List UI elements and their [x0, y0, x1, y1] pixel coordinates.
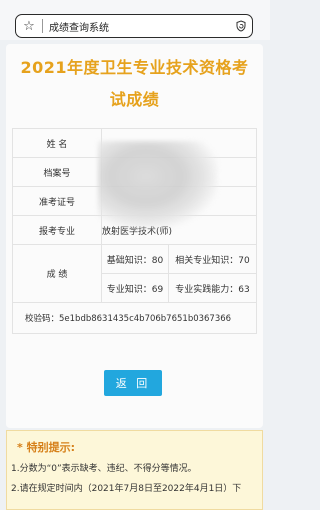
table-row: 成 绩 基础知识：80 相关专业知识：70 — [12, 244, 257, 303]
notice-line: 2.请在规定时间内（2021年7月8日至2022年4月1日）下 — [11, 484, 242, 494]
score-item-label: 相关专业知识： — [175, 255, 239, 266]
browser-bar: ☆ 成绩查询系统 — [0, 0, 270, 40]
table-row: 校验码：5e1bdb8631435c4b706b7651b0367366 — [12, 302, 257, 334]
score-label: 成 绩 — [12, 244, 102, 303]
score-item-value: 70 — [238, 255, 250, 266]
reload-icon[interactable] — [230, 20, 252, 32]
address-bar[interactable]: ☆ 成绩查询系统 — [15, 14, 253, 38]
score-item-value: 69 — [151, 284, 164, 295]
score-item-label: 专业实践能力： — [175, 284, 239, 295]
notice-title: * 特别提示: — [17, 441, 75, 454]
score-cell: 专业知识：69 — [101, 273, 169, 303]
redacted-blur — [98, 141, 218, 229]
score-item-value: 80 — [151, 255, 164, 266]
divider — [42, 19, 43, 33]
star-icon[interactable]: ☆ — [16, 19, 42, 34]
check-code: 校验码：5e1bdb8631435c4b706b7651b0367366 — [12, 302, 257, 334]
ticket-label: 准考证号 — [12, 186, 102, 216]
score-item-value: 63 — [238, 284, 250, 295]
result-card: 2021年度卫生专业技术资格考 试成绩 姓 名 档案号 准考证号 报考专业 放射… — [6, 44, 263, 428]
score-cell: 相关专业知识：70 — [168, 244, 257, 274]
page-heading: 2021年度卫生专业技术资格考 试成绩 — [6, 52, 263, 116]
score-item-label: 专业知识： — [106, 284, 152, 295]
score-cell: 基础知识：80 — [101, 244, 169, 274]
file-label: 档案号 — [12, 157, 102, 187]
score-cell: 专业实践能力：63 — [168, 273, 257, 303]
score-item-label: 基础知识： — [106, 255, 152, 266]
heading-line-2: 试成绩 — [109, 90, 160, 109]
heading-line-1: 2021年度卫生专业技术资格考 — [20, 58, 249, 77]
page-title-text: 成绩查询系统 — [49, 22, 109, 34]
notice-line: 1.分数为“0”表示缺考、违纪、不得分等情况。 — [11, 464, 197, 474]
major-label: 报考专业 — [12, 215, 102, 245]
notice-box: * 特别提示: 1.分数为“0”表示缺考、违纪、不得分等情况。 2.请在规定时间… — [6, 430, 263, 510]
back-button[interactable]: 返 回 — [104, 370, 162, 396]
name-label: 姓 名 — [12, 128, 102, 158]
